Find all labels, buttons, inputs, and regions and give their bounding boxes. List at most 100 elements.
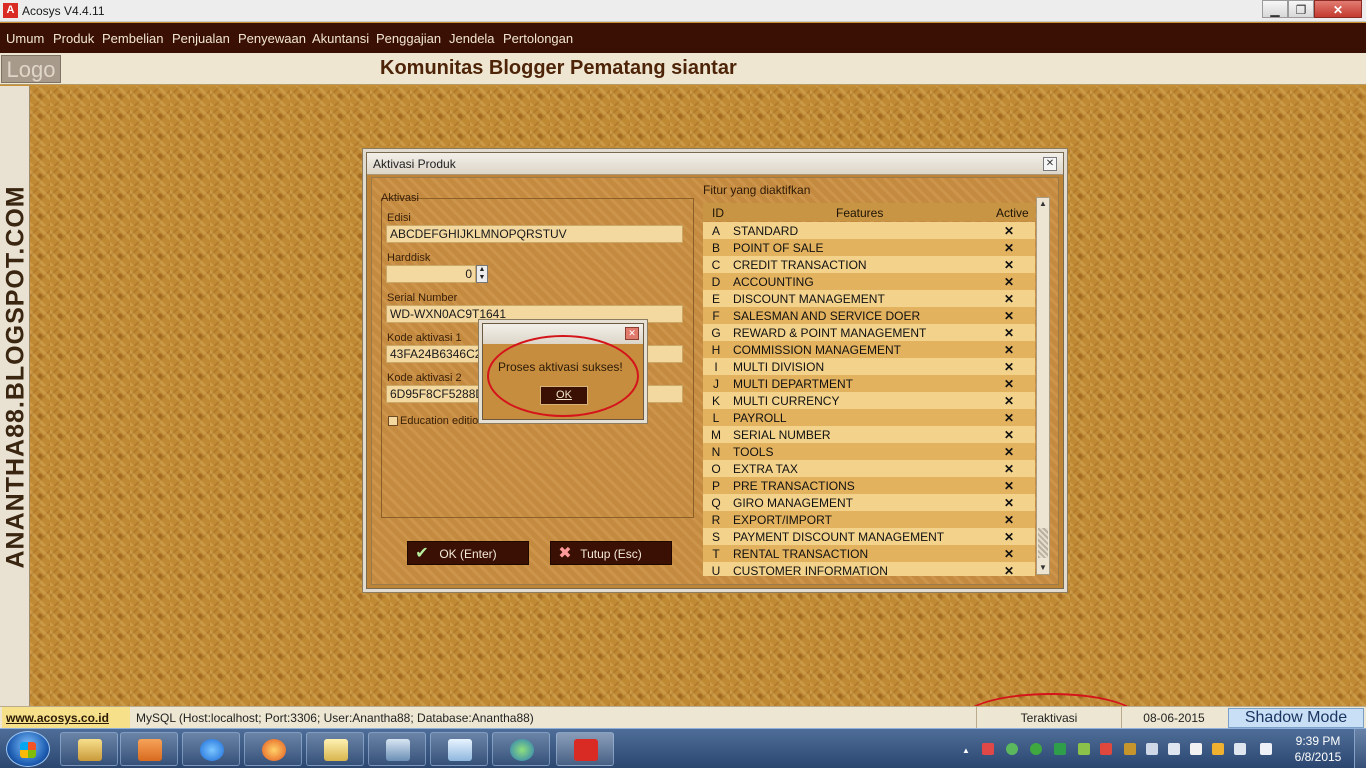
taskbar-internet-explorer[interactable] (182, 732, 240, 766)
feature-row[interactable]: E DISCOUNT MANAGEMENT ✕ (703, 290, 1035, 307)
feature-row[interactable]: L PAYROLL ✕ (703, 409, 1035, 426)
taskbar-media-player[interactable] (120, 732, 178, 766)
menu-penjualan[interactable]: Penjualan (172, 31, 230, 46)
feature-row[interactable]: M SERIAL NUMBER ✕ (703, 426, 1035, 443)
feature-row[interactable]: Q GIRO MANAGEMENT ✕ (703, 494, 1035, 511)
taskbar-firefox[interactable] (244, 732, 302, 766)
feature-row[interactable]: H COMMISSION MANAGEMENT ✕ (703, 341, 1035, 358)
feature-active-icon[interactable]: ✕ (983, 511, 1035, 528)
dialog-titlebar[interactable]: Aktivasi Produk ✕ (367, 153, 1063, 175)
feature-row[interactable]: J MULTI DEPARTMENT ✕ (703, 375, 1035, 392)
skype-icon[interactable] (1260, 743, 1272, 755)
close-button[interactable]: ✕ (1314, 0, 1362, 18)
feature-active-icon[interactable]: ✕ (983, 409, 1035, 426)
taskbar-clock[interactable]: 9:39 PM 6/8/2015 (1288, 733, 1348, 765)
feature-active-icon[interactable]: ✕ (983, 324, 1035, 341)
features-scrollbar[interactable]: ▲ ▼ (1036, 197, 1050, 575)
sync-icon[interactable] (1078, 743, 1090, 755)
serial-number-field[interactable]: WD-WXN0AC9T1641 (386, 305, 683, 323)
flag-icon[interactable] (1100, 743, 1112, 755)
feature-row[interactable]: I MULTI DIVISION ✕ (703, 358, 1035, 375)
menu-pertolongan[interactable]: Pertolongan (503, 31, 573, 46)
scroll-thumb[interactable] (1038, 528, 1048, 558)
minimize-button[interactable]: ▁ (1262, 0, 1288, 18)
volume-icon[interactable] (1234, 743, 1246, 755)
feature-row[interactable]: G REWARD & POINT MANAGEMENT ✕ (703, 324, 1035, 341)
feature-active-icon[interactable]: ✕ (983, 477, 1035, 494)
scroll-up-icon[interactable]: ▲ (1037, 198, 1049, 210)
taskbar-acosys[interactable] (556, 732, 614, 766)
feature-active-icon[interactable]: ✕ (983, 239, 1035, 256)
feature-active-icon[interactable]: ✕ (983, 341, 1035, 358)
col-features[interactable]: Features (836, 206, 883, 220)
col-id[interactable]: ID (712, 206, 724, 220)
feature-row[interactable]: R EXPORT/IMPORT ✕ (703, 511, 1035, 528)
feature-active-icon[interactable]: ✕ (983, 460, 1035, 477)
feature-active-icon[interactable]: ✕ (983, 375, 1035, 392)
menu-produk[interactable]: Produk (53, 31, 94, 46)
feature-active-icon[interactable]: ✕ (983, 494, 1035, 511)
col-active[interactable]: Active (996, 206, 1029, 220)
tutup-esc-button[interactable]: ✖ Tutup (Esc) (550, 541, 672, 565)
show-desktop-button[interactable] (1354, 729, 1366, 768)
maximize-button[interactable]: ❐ (1288, 0, 1314, 18)
message-ok-button[interactable]: OK (540, 386, 588, 405)
edisi-field[interactable]: ABCDEFGHIJKLMNOPQRSTUV (386, 225, 683, 243)
menu-penyewaan[interactable]: Penyewaan (238, 31, 306, 46)
harddisk-field[interactable]: 0 (386, 265, 476, 283)
monitor-icon[interactable] (1168, 743, 1180, 755)
feature-row[interactable]: S PAYMENT DISCOUNT MANAGEMENT ✕ (703, 528, 1035, 545)
scroll-down-icon[interactable]: ▼ (1037, 562, 1049, 574)
feature-row[interactable]: O EXTRA TAX ✕ (703, 460, 1035, 477)
feature-row[interactable]: C CREDIT TRANSACTION ✕ (703, 256, 1035, 273)
education-edition-checkbox[interactable] (388, 416, 398, 426)
feature-active-icon[interactable]: ✕ (983, 222, 1035, 239)
network-x-icon[interactable] (982, 743, 994, 755)
feature-row[interactable]: F SALESMAN AND SERVICE DOER ✕ (703, 307, 1035, 324)
taskbar-remote-desktop[interactable] (368, 732, 426, 766)
feature-active-icon[interactable]: ✕ (983, 256, 1035, 273)
bluetooth-icon[interactable] (1146, 743, 1158, 755)
message-close-icon[interactable]: ✕ (625, 327, 639, 340)
taskbar-explorer[interactable] (60, 732, 118, 766)
power-icon[interactable] (1212, 743, 1224, 755)
feature-active-icon[interactable]: ✕ (983, 426, 1035, 443)
feature-active-icon[interactable]: ✕ (983, 307, 1035, 324)
ok-enter-button[interactable]: ✔ OK (Enter) (407, 541, 529, 565)
menu-penggajian[interactable]: Penggajian (376, 31, 441, 46)
check-shield-icon[interactable] (1054, 743, 1066, 755)
feature-active-icon[interactable]: ✕ (983, 528, 1035, 545)
security-icon[interactable] (1030, 743, 1042, 755)
feature-row[interactable]: U CUSTOMER INFORMATION ✕ (703, 562, 1035, 576)
feature-active-icon[interactable]: ✕ (983, 443, 1035, 460)
menu-umum[interactable]: Umum (6, 31, 44, 46)
feature-row[interactable]: T RENTAL TRANSACTION ✕ (703, 545, 1035, 562)
feature-active-icon[interactable]: ✕ (983, 290, 1035, 307)
taskbar-notepad[interactable] (306, 732, 364, 766)
feature-active-icon[interactable]: ✕ (983, 392, 1035, 409)
dialog-close-icon[interactable]: ✕ (1043, 157, 1057, 171)
menu-jendela[interactable]: Jendela (449, 31, 495, 46)
website-link[interactable]: www.acosys.co.id (2, 707, 130, 729)
feature-active-icon[interactable]: ✕ (983, 562, 1035, 576)
audio-app-icon[interactable] (1124, 743, 1136, 755)
taskbar-globe[interactable] (492, 732, 550, 766)
feature-row[interactable]: N TOOLS ✕ (703, 443, 1035, 460)
menu-akuntansi[interactable]: Akuntansi (312, 31, 369, 46)
menu-pembelian[interactable]: Pembelian (102, 31, 163, 46)
feature-active-icon[interactable]: ✕ (983, 358, 1035, 375)
feature-row[interactable]: K MULTI CURRENCY ✕ (703, 392, 1035, 409)
feature-row[interactable]: P PRE TRANSACTIONS ✕ (703, 477, 1035, 494)
status-green-icon[interactable] (1006, 743, 1018, 755)
start-button[interactable] (6, 731, 50, 767)
harddisk-spinner[interactable]: ▲ ▼ (476, 265, 488, 283)
show-hidden-icons-icon[interactable]: ▲ (962, 746, 970, 755)
taskbar-windows-mail[interactable] (430, 732, 488, 766)
feature-row[interactable]: A STANDARD ✕ (703, 222, 1035, 239)
device-icon[interactable] (1190, 743, 1202, 755)
feature-active-icon[interactable]: ✕ (983, 545, 1035, 562)
feature-row[interactable]: B POINT OF SALE ✕ (703, 239, 1035, 256)
feature-row[interactable]: D ACCOUNTING ✕ (703, 273, 1035, 290)
feature-active-icon[interactable]: ✕ (983, 273, 1035, 290)
shadow-mode-indicator[interactable]: Shadow Mode (1228, 708, 1364, 728)
